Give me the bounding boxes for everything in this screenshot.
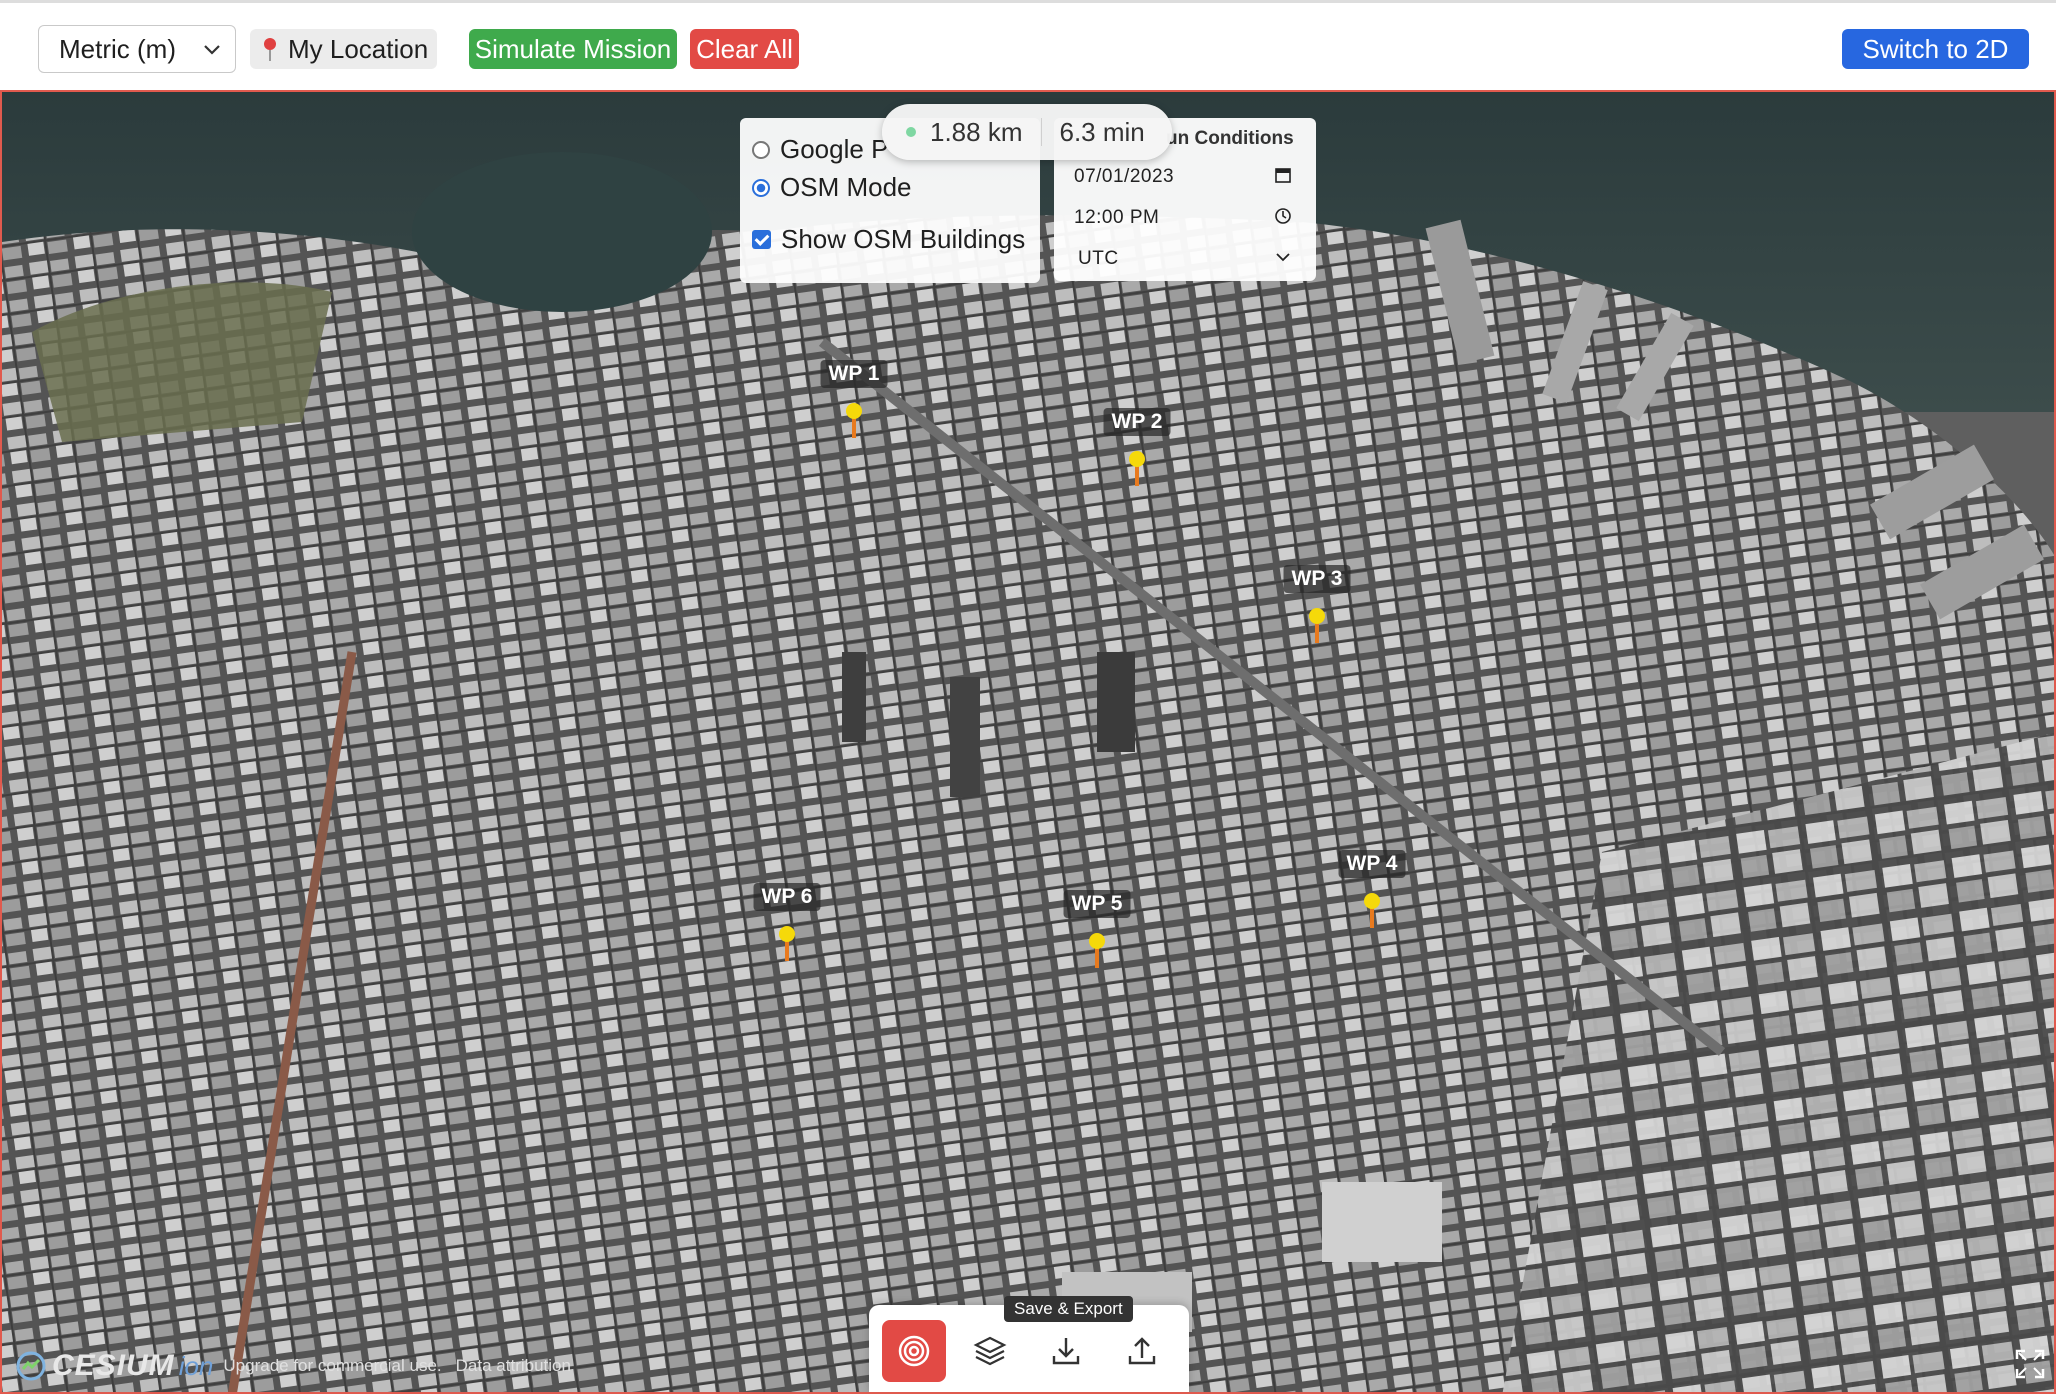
waypoint-label: WP 3	[1283, 565, 1351, 593]
cesium-logo-icon	[16, 1351, 46, 1381]
clock-icon[interactable]	[1274, 207, 1292, 225]
waypoint-pin-icon[interactable]	[1308, 607, 1326, 643]
calendar-icon[interactable]	[1274, 166, 1292, 184]
waypoint-label: WP 4	[1338, 850, 1406, 878]
stats-divider	[1040, 118, 1042, 146]
upload-icon	[1128, 1337, 1156, 1365]
layers-button[interactable]	[958, 1320, 1022, 1382]
waypoint-pin-icon[interactable]	[845, 402, 863, 438]
save-export-button[interactable]	[1034, 1320, 1098, 1382]
mission-stats-pill: 1.88 km 6.3 min	[882, 104, 1172, 160]
osm-mode-label: OSM Mode	[780, 172, 912, 202]
show-osm-buildings-checkbox[interactable]	[752, 230, 771, 249]
map-viewport[interactable]: Google P OSM Mode Show OSM Buildings un …	[0, 90, 2056, 1394]
data-attribution-link[interactable]: Data attribution	[456, 1356, 571, 1376]
status-dot-icon	[906, 127, 916, 137]
timezone-select[interactable]: UTC	[1078, 248, 1119, 270]
aerial-3d-scene[interactable]	[2, 92, 2056, 1394]
waypoint-pin-icon[interactable]	[1128, 450, 1146, 486]
location-pin-icon	[264, 38, 276, 61]
google-mode-radio[interactable]	[752, 140, 770, 159]
waypoint-label: WP 6	[753, 883, 821, 911]
osm-mode-option[interactable]: OSM Mode	[752, 172, 912, 203]
units-select-value: Metric (m)	[59, 33, 176, 64]
simulate-mission-button[interactable]: Simulate Mission	[469, 29, 677, 69]
osm-mode-radio[interactable]	[752, 178, 770, 197]
time-input[interactable]: 12:00 PM	[1074, 207, 1159, 229]
my-location-label: My Location	[288, 33, 429, 64]
my-location-button[interactable]: My Location	[250, 29, 437, 69]
waypoint-label: WP 2	[1103, 408, 1171, 436]
layers-icon	[973, 1336, 1007, 1366]
show-osm-buildings-label: Show OSM Buildings	[781, 224, 1026, 254]
waypoint-pin-icon[interactable]	[1363, 892, 1381, 928]
import-button[interactable]	[1110, 1320, 1174, 1382]
chevron-down-icon[interactable]	[1274, 248, 1292, 266]
upgrade-link[interactable]: Upgrade for commercial use.	[223, 1356, 441, 1376]
cesium-credits: CESIUM ion Upgrade for commercial use. D…	[16, 1349, 585, 1382]
sun-conditions-title: un Conditions	[1166, 128, 1294, 149]
top-toolbar: Metric (m) My Location Simulate Mission …	[0, 0, 2056, 90]
cesium-logo-text: CESIUM	[52, 1349, 175, 1382]
target-icon	[898, 1335, 930, 1367]
show-osm-buildings-option[interactable]: Show OSM Buildings	[752, 224, 1025, 255]
mission-distance: 1.88 km	[930, 116, 1023, 147]
waypoint-mode-button[interactable]	[882, 1320, 946, 1382]
mission-duration: 6.3 min	[1059, 116, 1145, 147]
waypoint-pin-icon[interactable]	[1088, 932, 1106, 968]
download-icon	[1052, 1338, 1080, 1365]
save-export-tooltip: Save & Export	[1004, 1296, 1133, 1322]
waypoint-label: WP 5	[1063, 890, 1131, 918]
date-input[interactable]: 07/01/2023	[1074, 166, 1174, 188]
switch-to-2d-button[interactable]: Switch to 2D	[1842, 29, 2029, 69]
waypoint-pin-icon[interactable]	[778, 925, 796, 961]
google-mode-label: Google P	[780, 134, 889, 164]
fullscreen-icon[interactable]	[2014, 1348, 2046, 1380]
cesium-ion-text: ion	[178, 1350, 214, 1381]
waypoint-label: WP 1	[820, 360, 888, 388]
google-mode-option[interactable]: Google P	[752, 134, 888, 165]
clear-all-button[interactable]: Clear All	[690, 29, 799, 69]
chevron-down-icon	[204, 45, 220, 55]
units-select[interactable]: Metric (m)	[38, 25, 236, 73]
